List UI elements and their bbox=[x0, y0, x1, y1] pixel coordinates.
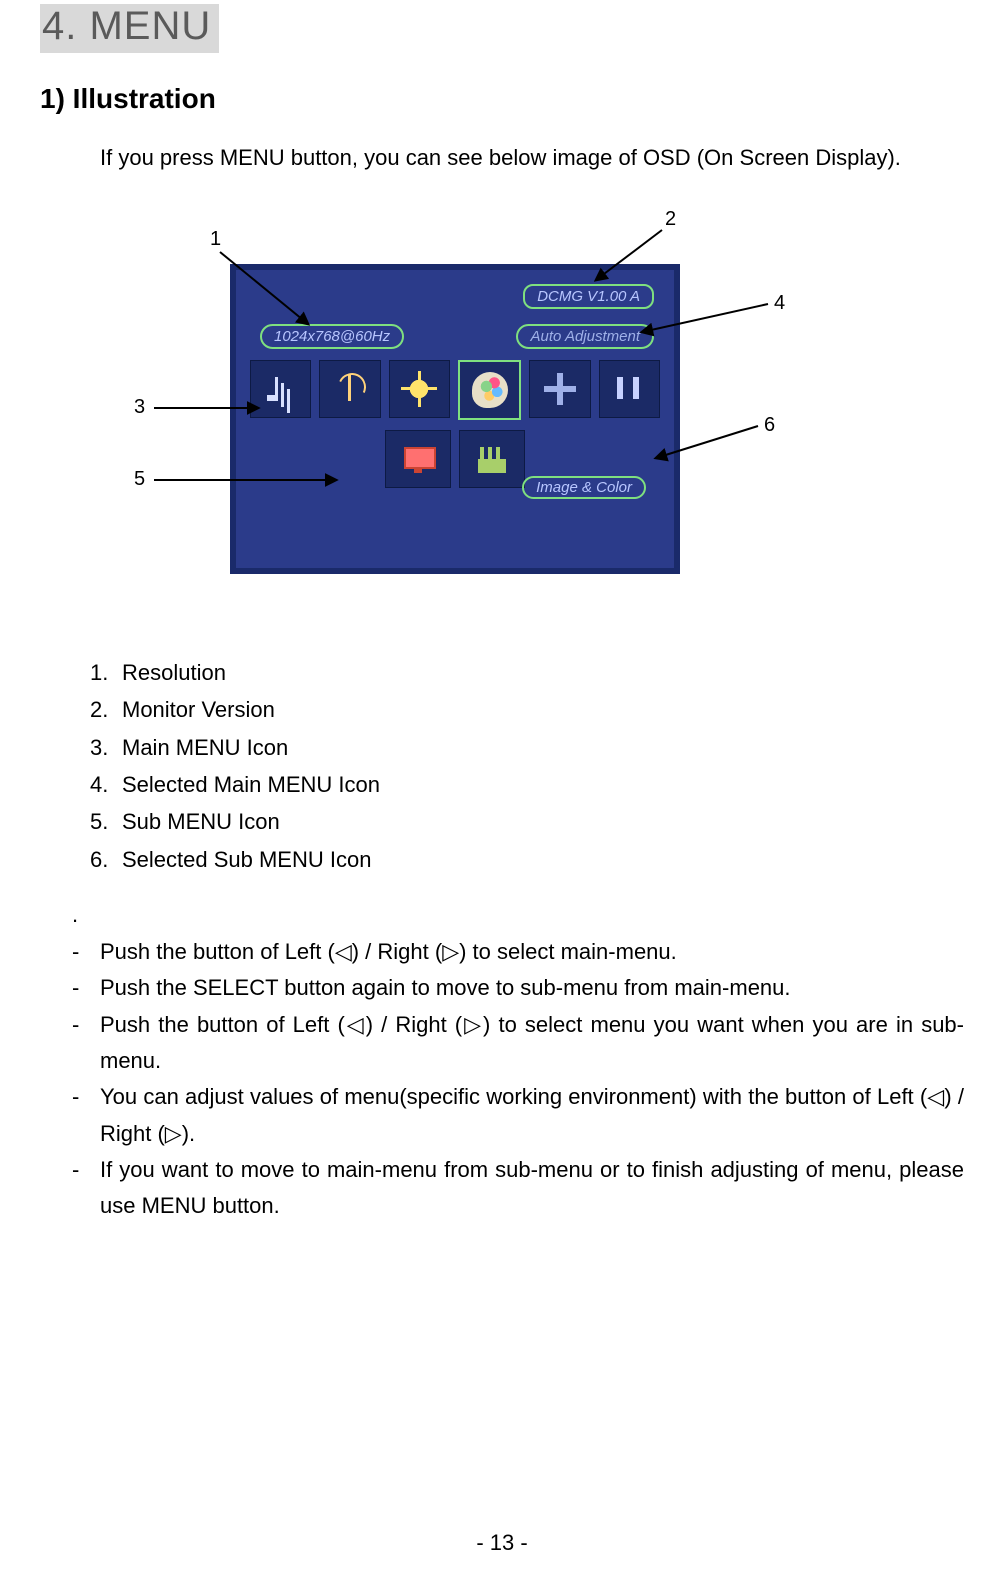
list-item: -Push the SELECT button again to move to… bbox=[72, 970, 964, 1006]
sub-menu-icon-2 bbox=[459, 430, 525, 488]
sub-menu-icon-1 bbox=[385, 430, 451, 488]
brightness-contrast-icon bbox=[401, 371, 437, 407]
legend-num: 3. bbox=[90, 729, 122, 766]
callout-2: 2 bbox=[665, 208, 676, 231]
main-menu-icon-1 bbox=[250, 360, 311, 418]
osd-sub-menu-label: Image & Color bbox=[522, 476, 646, 499]
dash-icon: - bbox=[72, 1007, 100, 1080]
section-title: 4. MENU bbox=[40, 4, 219, 53]
list-item: 4.Selected Main MENU Icon bbox=[90, 766, 964, 803]
main-menu-icon-4-selected bbox=[458, 360, 521, 420]
list-item: 6.Selected Sub MENU Icon bbox=[90, 841, 964, 878]
main-menu-icon-3 bbox=[389, 360, 450, 418]
osd-auto-adjust-pill: Auto Adjustment bbox=[516, 324, 654, 349]
instruction-text: Push the button of Left (◁) / Right (▷) … bbox=[100, 934, 964, 970]
instruction-text: If you want to move to main-menu from su… bbox=[100, 1152, 964, 1225]
lone-dot: . bbox=[72, 902, 964, 928]
legend-text: Resolution bbox=[122, 654, 226, 691]
callout-4: 4 bbox=[774, 292, 785, 315]
intro-text: If you press MENU button, you can see be… bbox=[100, 143, 964, 174]
list-item: 5.Sub MENU Icon bbox=[90, 803, 964, 840]
dash-icon: - bbox=[72, 1079, 100, 1152]
osd-resolution-pill: 1024x768@60Hz bbox=[260, 324, 404, 349]
main-menu-icon-5 bbox=[529, 360, 590, 418]
callout-1: 1 bbox=[210, 228, 221, 251]
legend-text: Selected Sub MENU Icon bbox=[122, 841, 371, 878]
list-item: -If you want to move to main-menu from s… bbox=[72, 1152, 964, 1225]
legend-num: 4. bbox=[90, 766, 122, 803]
instruction-text: Push the SELECT button again to move to … bbox=[100, 970, 964, 1006]
callout-6: 6 bbox=[764, 414, 775, 437]
osd-panel: DCMG V1.00 A 1024x768@60Hz Auto Adjustme… bbox=[230, 264, 680, 574]
instruction-list: -Push the button of Left (◁) / Right (▷)… bbox=[72, 934, 964, 1224]
list-item: 1.Resolution bbox=[90, 654, 964, 691]
instruction-text: You can adjust values of menu(specific w… bbox=[100, 1079, 964, 1152]
instruction-text: Push the button of Left (◁) / Right (▷) … bbox=[100, 1007, 964, 1080]
main-menu-icon-2 bbox=[319, 360, 380, 418]
monitor-icon bbox=[400, 441, 436, 477]
dash-icon: - bbox=[72, 934, 100, 970]
antenna-icon bbox=[332, 371, 368, 407]
legend-num: 2. bbox=[90, 691, 122, 728]
callout-5: 5 bbox=[134, 468, 145, 491]
osd-main-menu-row bbox=[250, 360, 660, 420]
position-icon bbox=[542, 371, 578, 407]
legend-list: 1.Resolution 2.Monitor Version 3.Main ME… bbox=[90, 654, 964, 878]
legend-text: Main MENU Icon bbox=[122, 729, 288, 766]
list-item: 2.Monitor Version bbox=[90, 691, 964, 728]
list-item: 3.Main MENU Icon bbox=[90, 729, 964, 766]
legend-num: 5. bbox=[90, 803, 122, 840]
legend-text: Monitor Version bbox=[122, 691, 275, 728]
legend-text: Selected Main MENU Icon bbox=[122, 766, 380, 803]
page-number: - 13 - bbox=[0, 1530, 1004, 1556]
osd-version-pill: DCMG V1.00 A bbox=[523, 284, 654, 309]
legend-text: Sub MENU Icon bbox=[122, 803, 280, 840]
osd-diagram: 1 2 3 4 5 6 DCMG V1.00 A 1024x768@60Hz A… bbox=[40, 204, 964, 624]
list-item: -You can adjust values of menu(specific … bbox=[72, 1079, 964, 1152]
tools-icon bbox=[611, 371, 647, 407]
list-item: -Push the button of Left (◁) / Right (▷)… bbox=[72, 934, 964, 970]
legend-num: 1. bbox=[90, 654, 122, 691]
subsection-title: 1) Illustration bbox=[40, 83, 964, 115]
main-menu-icon-6 bbox=[599, 360, 660, 418]
dash-icon: - bbox=[72, 1152, 100, 1225]
list-item: -Push the button of Left (◁) / Right (▷)… bbox=[72, 1007, 964, 1080]
signal-icon bbox=[263, 371, 299, 407]
palette-icon bbox=[472, 372, 508, 408]
factory-icon bbox=[474, 441, 510, 477]
dash-icon: - bbox=[72, 970, 100, 1006]
legend-num: 6. bbox=[90, 841, 122, 878]
callout-3: 3 bbox=[134, 396, 145, 419]
